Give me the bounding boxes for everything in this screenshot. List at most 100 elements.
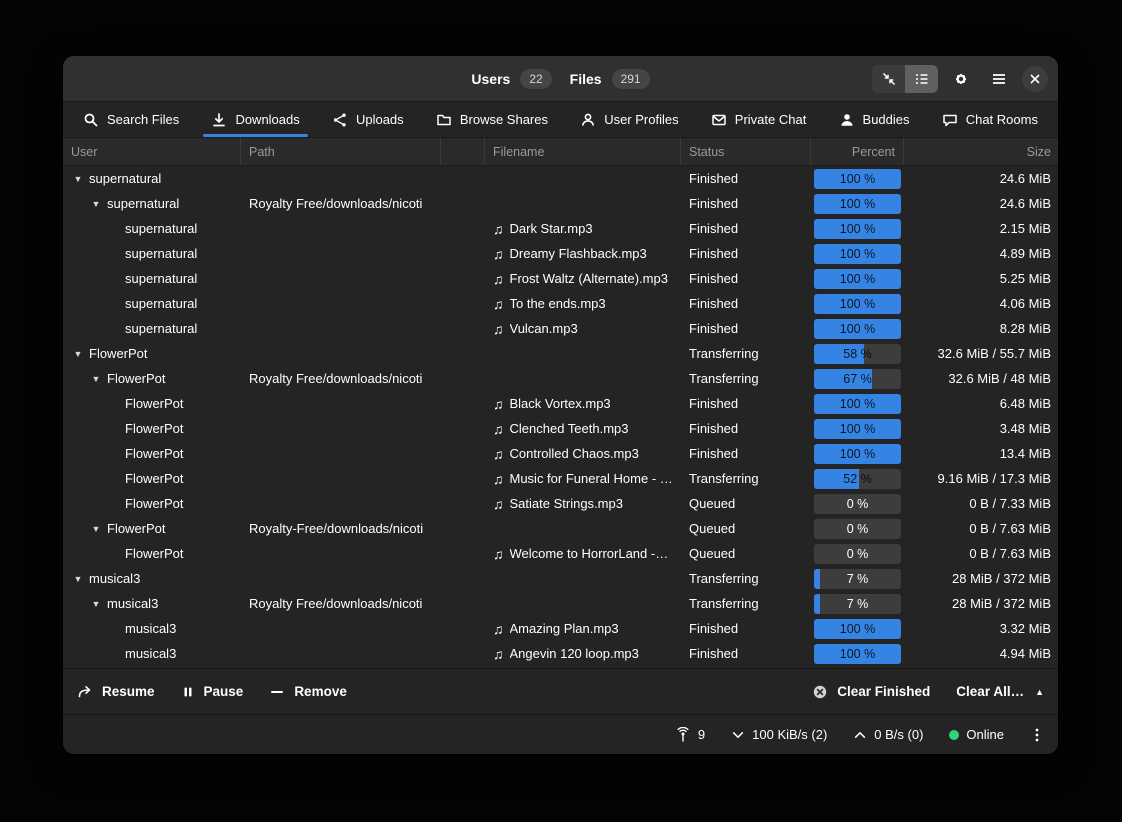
download-rate-indicator[interactable]: 100 KiB/s (2) bbox=[731, 727, 827, 742]
expander-icon[interactable]: ▼ bbox=[69, 349, 87, 359]
column-size[interactable]: Size bbox=[904, 138, 1059, 165]
column-status[interactable]: Status bbox=[681, 138, 811, 165]
clear-all-button[interactable]: Clear All… ▲ bbox=[956, 684, 1044, 699]
percent-cell: 0 % bbox=[811, 519, 904, 539]
percent-cell: 0 % bbox=[811, 494, 904, 514]
status-label: Transferring bbox=[681, 471, 811, 486]
filename-label: Welcome to HorrorLand -hi.mp3 bbox=[510, 546, 674, 561]
table-row[interactable]: ▼ FlowerPot Royalty Free/downloads/nicot… bbox=[63, 366, 1058, 391]
table-row[interactable]: ▼ musical3 ♫ Amazing Plan.mp3 Finished 1… bbox=[63, 616, 1058, 641]
table-row[interactable]: ▼ supernatural ♫ Frost Waltz (Alternate)… bbox=[63, 266, 1058, 291]
filename-label: Vulcan.mp3 bbox=[510, 321, 578, 336]
size-label: 5.25 MiB bbox=[904, 271, 1058, 286]
resume-icon bbox=[77, 684, 93, 700]
list-view-button[interactable] bbox=[905, 65, 938, 93]
filename-cell: ♫ Amazing Plan.mp3 bbox=[485, 621, 681, 637]
user-cell: ▼ musical3 bbox=[63, 621, 241, 636]
tab-chat-rooms[interactable]: Chat Rooms bbox=[930, 102, 1050, 137]
expander-icon[interactable]: ▼ bbox=[87, 599, 105, 609]
preferences-button[interactable] bbox=[946, 64, 976, 94]
table-row[interactable]: ▼ supernatural ♫ Finished 100 % 24.6 MiB bbox=[63, 166, 1058, 191]
table-row[interactable]: ▼ FlowerPot ♫ Music for Funeral Home - P… bbox=[63, 466, 1058, 491]
remove-button[interactable]: Remove bbox=[269, 684, 347, 700]
status-label: Queued bbox=[681, 521, 811, 536]
table-row[interactable]: ▼ supernatural ♫ Dreamy Flashback.mp3 Fi… bbox=[63, 241, 1058, 266]
main-menu-button[interactable] bbox=[984, 64, 1014, 94]
user-label: FlowerPot bbox=[107, 521, 166, 536]
clear-all-label: Clear All… bbox=[956, 684, 1024, 699]
collapse-view-button[interactable] bbox=[872, 65, 905, 93]
expander-icon[interactable]: ▼ bbox=[87, 524, 105, 534]
table-row[interactable]: ▼ supernatural ♫ Vulcan.mp3 Finished 100… bbox=[63, 316, 1058, 341]
tab-search-files[interactable]: Search Files bbox=[71, 102, 191, 137]
connections-count: 9 bbox=[698, 727, 705, 742]
app-window: Users 22 Files 291 bbox=[62, 55, 1059, 755]
filename-label: Clenched Teeth.mp3 bbox=[510, 421, 629, 436]
music-note-icon: ♫ bbox=[493, 421, 504, 437]
clear-finished-button[interactable]: Clear Finished bbox=[812, 684, 930, 700]
status-bar: 9 100 KiB/s (2) 0 B/s (0) Online bbox=[63, 714, 1058, 754]
status-label: Transferring bbox=[681, 346, 811, 361]
progress-bar: 100 % bbox=[814, 394, 901, 414]
music-note-icon: ♫ bbox=[493, 221, 504, 237]
expander-icon[interactable]: ▼ bbox=[87, 374, 105, 384]
size-label: 9.16 MiB / 17.3 MiB bbox=[904, 471, 1058, 486]
tab-user-profiles[interactable]: User Profiles bbox=[568, 102, 690, 137]
gear-icon bbox=[953, 71, 969, 87]
upload-rate-indicator[interactable]: 0 B/s (0) bbox=[853, 727, 923, 742]
user-cell: ▼ FlowerPot bbox=[63, 346, 241, 361]
progress-bar: 7 % bbox=[814, 594, 901, 614]
user-label: musical3 bbox=[89, 571, 140, 586]
pause-button[interactable]: Pause bbox=[181, 684, 244, 699]
column-percent[interactable]: Percent bbox=[811, 138, 904, 165]
table-row[interactable]: ▼ FlowerPot ♫ Controlled Chaos.mp3 Finis… bbox=[63, 441, 1058, 466]
table-row[interactable]: ▼ FlowerPot ♫ Black Vortex.mp3 Finished … bbox=[63, 391, 1058, 416]
table-row[interactable]: ▼ FlowerPot Royalty-Free/downloads/nicot… bbox=[63, 516, 1058, 541]
statusbar-menu-button[interactable] bbox=[1030, 727, 1044, 743]
table-row[interactable]: ▼ supernatural Royalty Free/downloads/ni… bbox=[63, 191, 1058, 216]
connection-status[interactable]: Online bbox=[949, 727, 1004, 742]
progress-label: 67 % bbox=[814, 369, 901, 389]
user-cell: ▼ musical3 bbox=[63, 646, 241, 661]
table-row[interactable]: ▼ FlowerPot ♫ Welcome to HorrorLand -hi.… bbox=[63, 541, 1058, 566]
column-user[interactable]: User bbox=[63, 138, 241, 165]
user-cell: ▼ FlowerPot bbox=[63, 471, 241, 486]
table-row[interactable]: ▼ musical3 ♫ Transferring 7 % 28 MiB / 3… bbox=[63, 566, 1058, 591]
view-toggle-group bbox=[872, 65, 938, 93]
column-filename[interactable]: Filename bbox=[485, 138, 681, 165]
expander-icon[interactable]: ▼ bbox=[87, 199, 105, 209]
progress-bar: 100 % bbox=[814, 219, 901, 239]
path-label: Royalty Free/downloads/nicoti bbox=[241, 196, 441, 211]
table-row[interactable]: ▼ FlowerPot ♫ Transferring 58 % 32.6 MiB… bbox=[63, 341, 1058, 366]
filename-cell: ♫ Clenched Teeth.mp3 bbox=[485, 421, 681, 437]
percent-cell: 100 % bbox=[811, 319, 904, 339]
table-row[interactable]: ▼ supernatural ♫ To the ends.mp3 Finishe… bbox=[63, 291, 1058, 316]
size-label: 0 B / 7.63 MiB bbox=[904, 521, 1058, 536]
column-file-icon[interactable] bbox=[441, 138, 485, 165]
tab-buddies[interactable]: Buddies bbox=[827, 102, 922, 137]
user-label: FlowerPot bbox=[125, 471, 184, 486]
connections-indicator[interactable]: 9 bbox=[675, 727, 705, 743]
table-row[interactable]: ▼ musical3 ♫ Angevin 120 loop.mp3 Finish… bbox=[63, 641, 1058, 666]
progress-label: 100 % bbox=[814, 394, 901, 414]
progress-bar: 100 % bbox=[814, 619, 901, 639]
percent-cell: 100 % bbox=[811, 644, 904, 664]
chevron-down-icon bbox=[731, 728, 745, 742]
filename-label: Angevin 120 loop.mp3 bbox=[510, 646, 639, 661]
tab-uploads[interactable]: Uploads bbox=[320, 102, 416, 137]
table-row[interactable]: ▼ FlowerPot ♫ Clenched Teeth.mp3 Finishe… bbox=[63, 416, 1058, 441]
download-rate-label: 100 KiB/s (2) bbox=[752, 727, 827, 742]
tab-private-chat[interactable]: Private Chat bbox=[699, 102, 819, 137]
status-label: Queued bbox=[681, 546, 811, 561]
tab-downloads[interactable]: Downloads bbox=[199, 102, 311, 137]
expander-icon[interactable]: ▼ bbox=[69, 174, 87, 184]
column-path[interactable]: Path bbox=[241, 138, 441, 165]
user-label: supernatural bbox=[125, 321, 197, 336]
close-window-button[interactable] bbox=[1022, 66, 1048, 92]
expander-icon[interactable]: ▼ bbox=[69, 574, 87, 584]
table-row[interactable]: ▼ supernatural ♫ Dark Star.mp3 Finished … bbox=[63, 216, 1058, 241]
tab-browse-shares[interactable]: Browse Shares bbox=[424, 102, 560, 137]
resume-button[interactable]: Resume bbox=[77, 684, 155, 700]
table-row[interactable]: ▼ FlowerPot ♫ Satiate Strings.mp3 Queued… bbox=[63, 491, 1058, 516]
table-row[interactable]: ▼ musical3 Royalty Free/downloads/nicoti… bbox=[63, 591, 1058, 616]
